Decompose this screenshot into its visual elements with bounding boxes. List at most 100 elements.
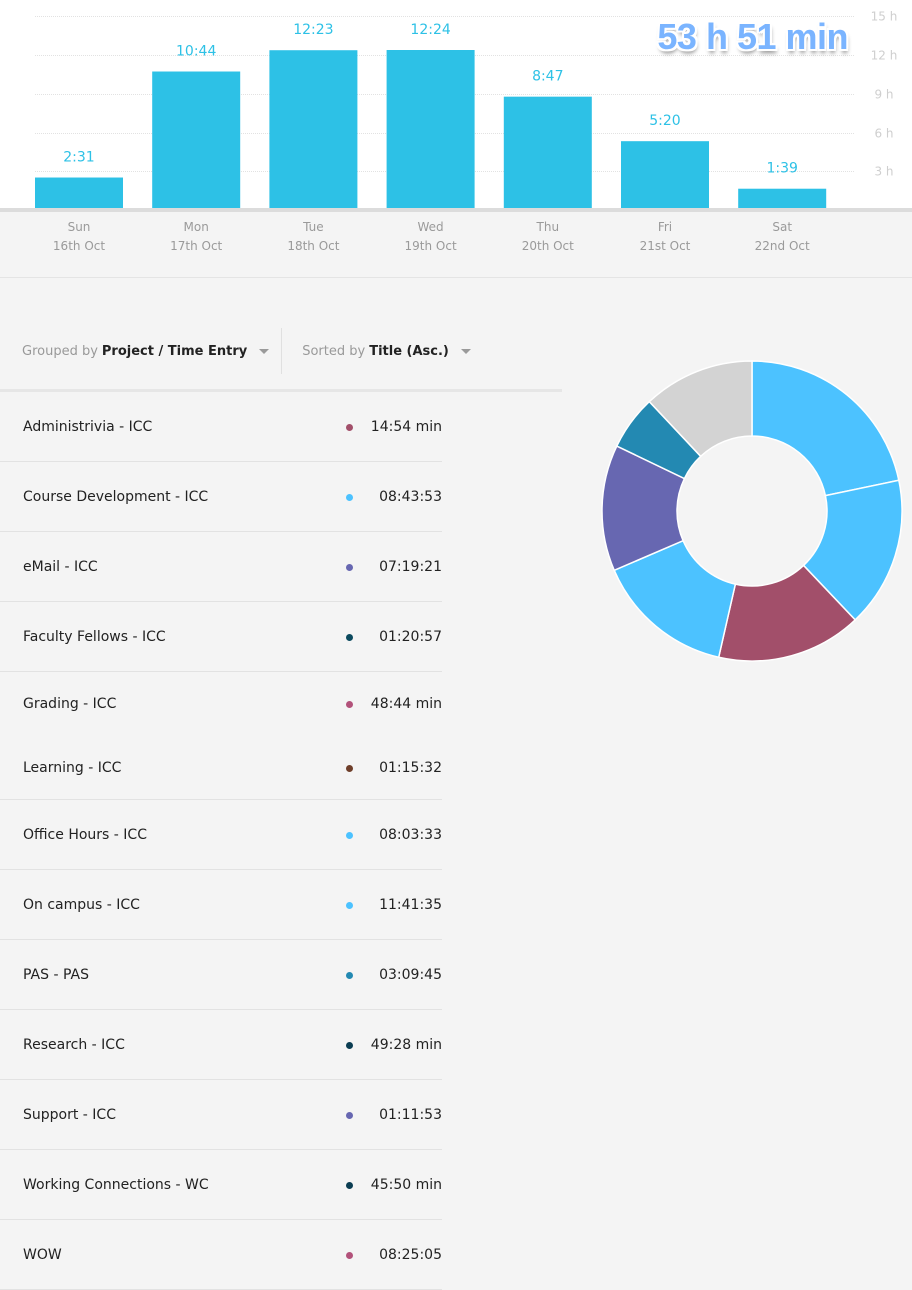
date-label: 17th Oct xyxy=(170,239,223,253)
entry-title: Administrivia - ICC xyxy=(23,418,153,435)
color-dot-icon xyxy=(346,831,353,839)
entry-duration: 14:54 min xyxy=(370,418,442,435)
list-item[interactable]: Faculty Fellows - ICC 01:20:57 xyxy=(0,602,442,672)
bar-value-label: 12:24 xyxy=(410,22,450,38)
bar[interactable] xyxy=(269,50,358,210)
weekday-label: Sat xyxy=(772,220,793,234)
list-item[interactable]: Learning - ICC 01:15:32 xyxy=(0,736,442,800)
x-tick-label: Wed 19th Oct xyxy=(381,218,481,256)
bar-value-label: 2:31 xyxy=(63,150,94,166)
color-dot-icon xyxy=(346,971,353,979)
weekday-label: Tue xyxy=(303,220,324,234)
entry-title: Office Hours - ICC xyxy=(23,826,147,843)
x-tick-label: Sun 16th Oct xyxy=(29,218,129,256)
y-tick-label: 6 h xyxy=(874,127,893,141)
weekly-bar-chart: 3 h 6 h 9 h 12 h 15 h 2:31 10:44 12:23 12:24 8:47… xyxy=(0,0,912,212)
color-dot-icon xyxy=(346,701,353,708)
group-by-dropdown[interactable]: Grouped by Project / Time Entry xyxy=(0,328,283,374)
entry-duration: 45:50 min xyxy=(370,1176,442,1193)
sort-by-dropdown[interactable]: Sorted by Title (Asc.) xyxy=(282,328,471,374)
entry-title: Faculty Fellows - ICC xyxy=(23,628,166,645)
entry-title: On campus - ICC xyxy=(23,896,140,913)
list-item[interactable]: PAS - PAS 03:09:45 xyxy=(0,940,442,1010)
bar-value-label: 1:39 xyxy=(766,161,797,177)
weekday-label: Fri xyxy=(657,220,673,234)
date-label: 19th Oct xyxy=(404,239,457,253)
list-item[interactable]: WOW 08:25:05 xyxy=(0,1220,442,1290)
color-dot-icon xyxy=(346,563,353,571)
entry-duration: 48:44 min xyxy=(370,696,442,712)
y-tick-label: 15 h xyxy=(871,10,898,24)
list-item[interactable]: Administrivia - ICC 14:54 min xyxy=(0,392,442,462)
y-tick-label: 9 h xyxy=(874,88,893,102)
caret-down-icon xyxy=(460,348,471,354)
color-dot-icon xyxy=(346,901,353,909)
date-label: 16th Oct xyxy=(52,239,106,253)
y-tick-label: 3 h xyxy=(874,165,893,179)
bar[interactable] xyxy=(35,177,123,210)
bar[interactable] xyxy=(503,96,592,210)
list-item[interactable]: On campus - ICC 11:41:35 xyxy=(0,870,442,940)
bar[interactable] xyxy=(152,71,241,210)
x-tick-label: Tue 18th Oct xyxy=(263,218,363,256)
group-by-value: Project / Time Entry xyxy=(101,343,248,359)
entry-title: Working Connections - WC xyxy=(23,1176,209,1193)
entry-duration: 03:09:45 xyxy=(379,966,442,983)
entry-duration: 08:43:53 xyxy=(379,488,442,505)
entry-title: Course Development - ICC xyxy=(23,488,209,505)
x-axis-labels: Sun 16th Oct Mon 17th Oct Tue 18th Oct Wed 19th… xyxy=(0,212,912,278)
weekday-label: Thu xyxy=(536,220,560,234)
weekday-label: Mon xyxy=(183,220,209,234)
entry-duration: 11:41:35 xyxy=(379,896,442,913)
entry-title: Learning - ICC xyxy=(23,759,122,776)
entry-list: Administrivia - ICC 14:54 min Course Devel… xyxy=(0,392,442,1290)
entry-title: WOW xyxy=(23,1246,62,1263)
entry-duration: 08:03:33 xyxy=(379,826,442,843)
x-tick-label: Sat 22nd Oct xyxy=(732,218,832,256)
list-item[interactable]: eMail - ICC 07:19:21 xyxy=(0,532,442,602)
entry-title: Research - ICC xyxy=(23,1036,125,1053)
weekday-label: Sun xyxy=(67,220,91,234)
sort-by-label: Sorted by xyxy=(302,343,366,359)
caret-down-icon xyxy=(259,348,270,354)
color-dot-icon xyxy=(346,1111,353,1119)
bar[interactable] xyxy=(621,141,709,210)
list-item[interactable]: Working Connections - WC 45:50 min xyxy=(0,1150,442,1220)
list-item[interactable]: Grading - ICC 48:44 min xyxy=(0,672,442,736)
project-donut-chart xyxy=(601,360,903,662)
color-dot-icon xyxy=(346,1041,353,1049)
y-tick-label: 12 h xyxy=(871,49,898,63)
bar-value-label: 10:44 xyxy=(176,44,216,60)
x-tick-label: Mon 17th Oct xyxy=(146,218,246,256)
bar-value-label: 12:23 xyxy=(293,22,333,38)
entry-title: eMail - ICC xyxy=(23,558,98,575)
date-label: 20th Oct xyxy=(521,239,574,253)
x-tick-label: Thu 20th Oct xyxy=(498,218,598,256)
date-label: 18th Oct xyxy=(287,239,340,253)
entry-duration: 01:15:32 xyxy=(379,759,442,776)
entry-duration: 49:28 min xyxy=(370,1036,442,1053)
bar[interactable] xyxy=(386,50,475,210)
list-item[interactable]: Office Hours - ICC 08:03:33 xyxy=(0,800,442,870)
entry-duration: 01:11:53 xyxy=(379,1106,442,1123)
color-dot-icon xyxy=(346,1251,353,1259)
bar-value-label: 8:47 xyxy=(532,69,563,85)
weekday-label: Wed xyxy=(417,220,444,234)
color-dot-icon xyxy=(346,1181,353,1189)
list-item[interactable]: Support - ICC 01:11:53 xyxy=(0,1080,442,1150)
list-item[interactable]: Course Development - ICC 08:43:53 xyxy=(0,462,442,532)
color-dot-icon xyxy=(346,493,353,501)
date-label: 21st Oct xyxy=(639,239,691,253)
sort-by-value: Title (Asc.) xyxy=(369,343,449,359)
donut-slice[interactable] xyxy=(751,360,900,497)
entry-title: Support - ICC xyxy=(23,1106,116,1123)
entry-duration: 01:20:57 xyxy=(379,628,442,645)
group-by-label: Grouped by xyxy=(22,343,98,359)
bar[interactable] xyxy=(738,188,827,210)
entry-title: Grading - ICC xyxy=(23,696,117,712)
entry-title: PAS - PAS xyxy=(23,966,89,983)
list-controls: Grouped by Project / Time Entry Sorted b… xyxy=(0,328,562,374)
list-item[interactable]: Research - ICC 49:28 min xyxy=(0,1010,442,1080)
bar-value-label: 5:20 xyxy=(649,113,680,129)
total-duration: 53 h 51 min xyxy=(657,16,848,57)
